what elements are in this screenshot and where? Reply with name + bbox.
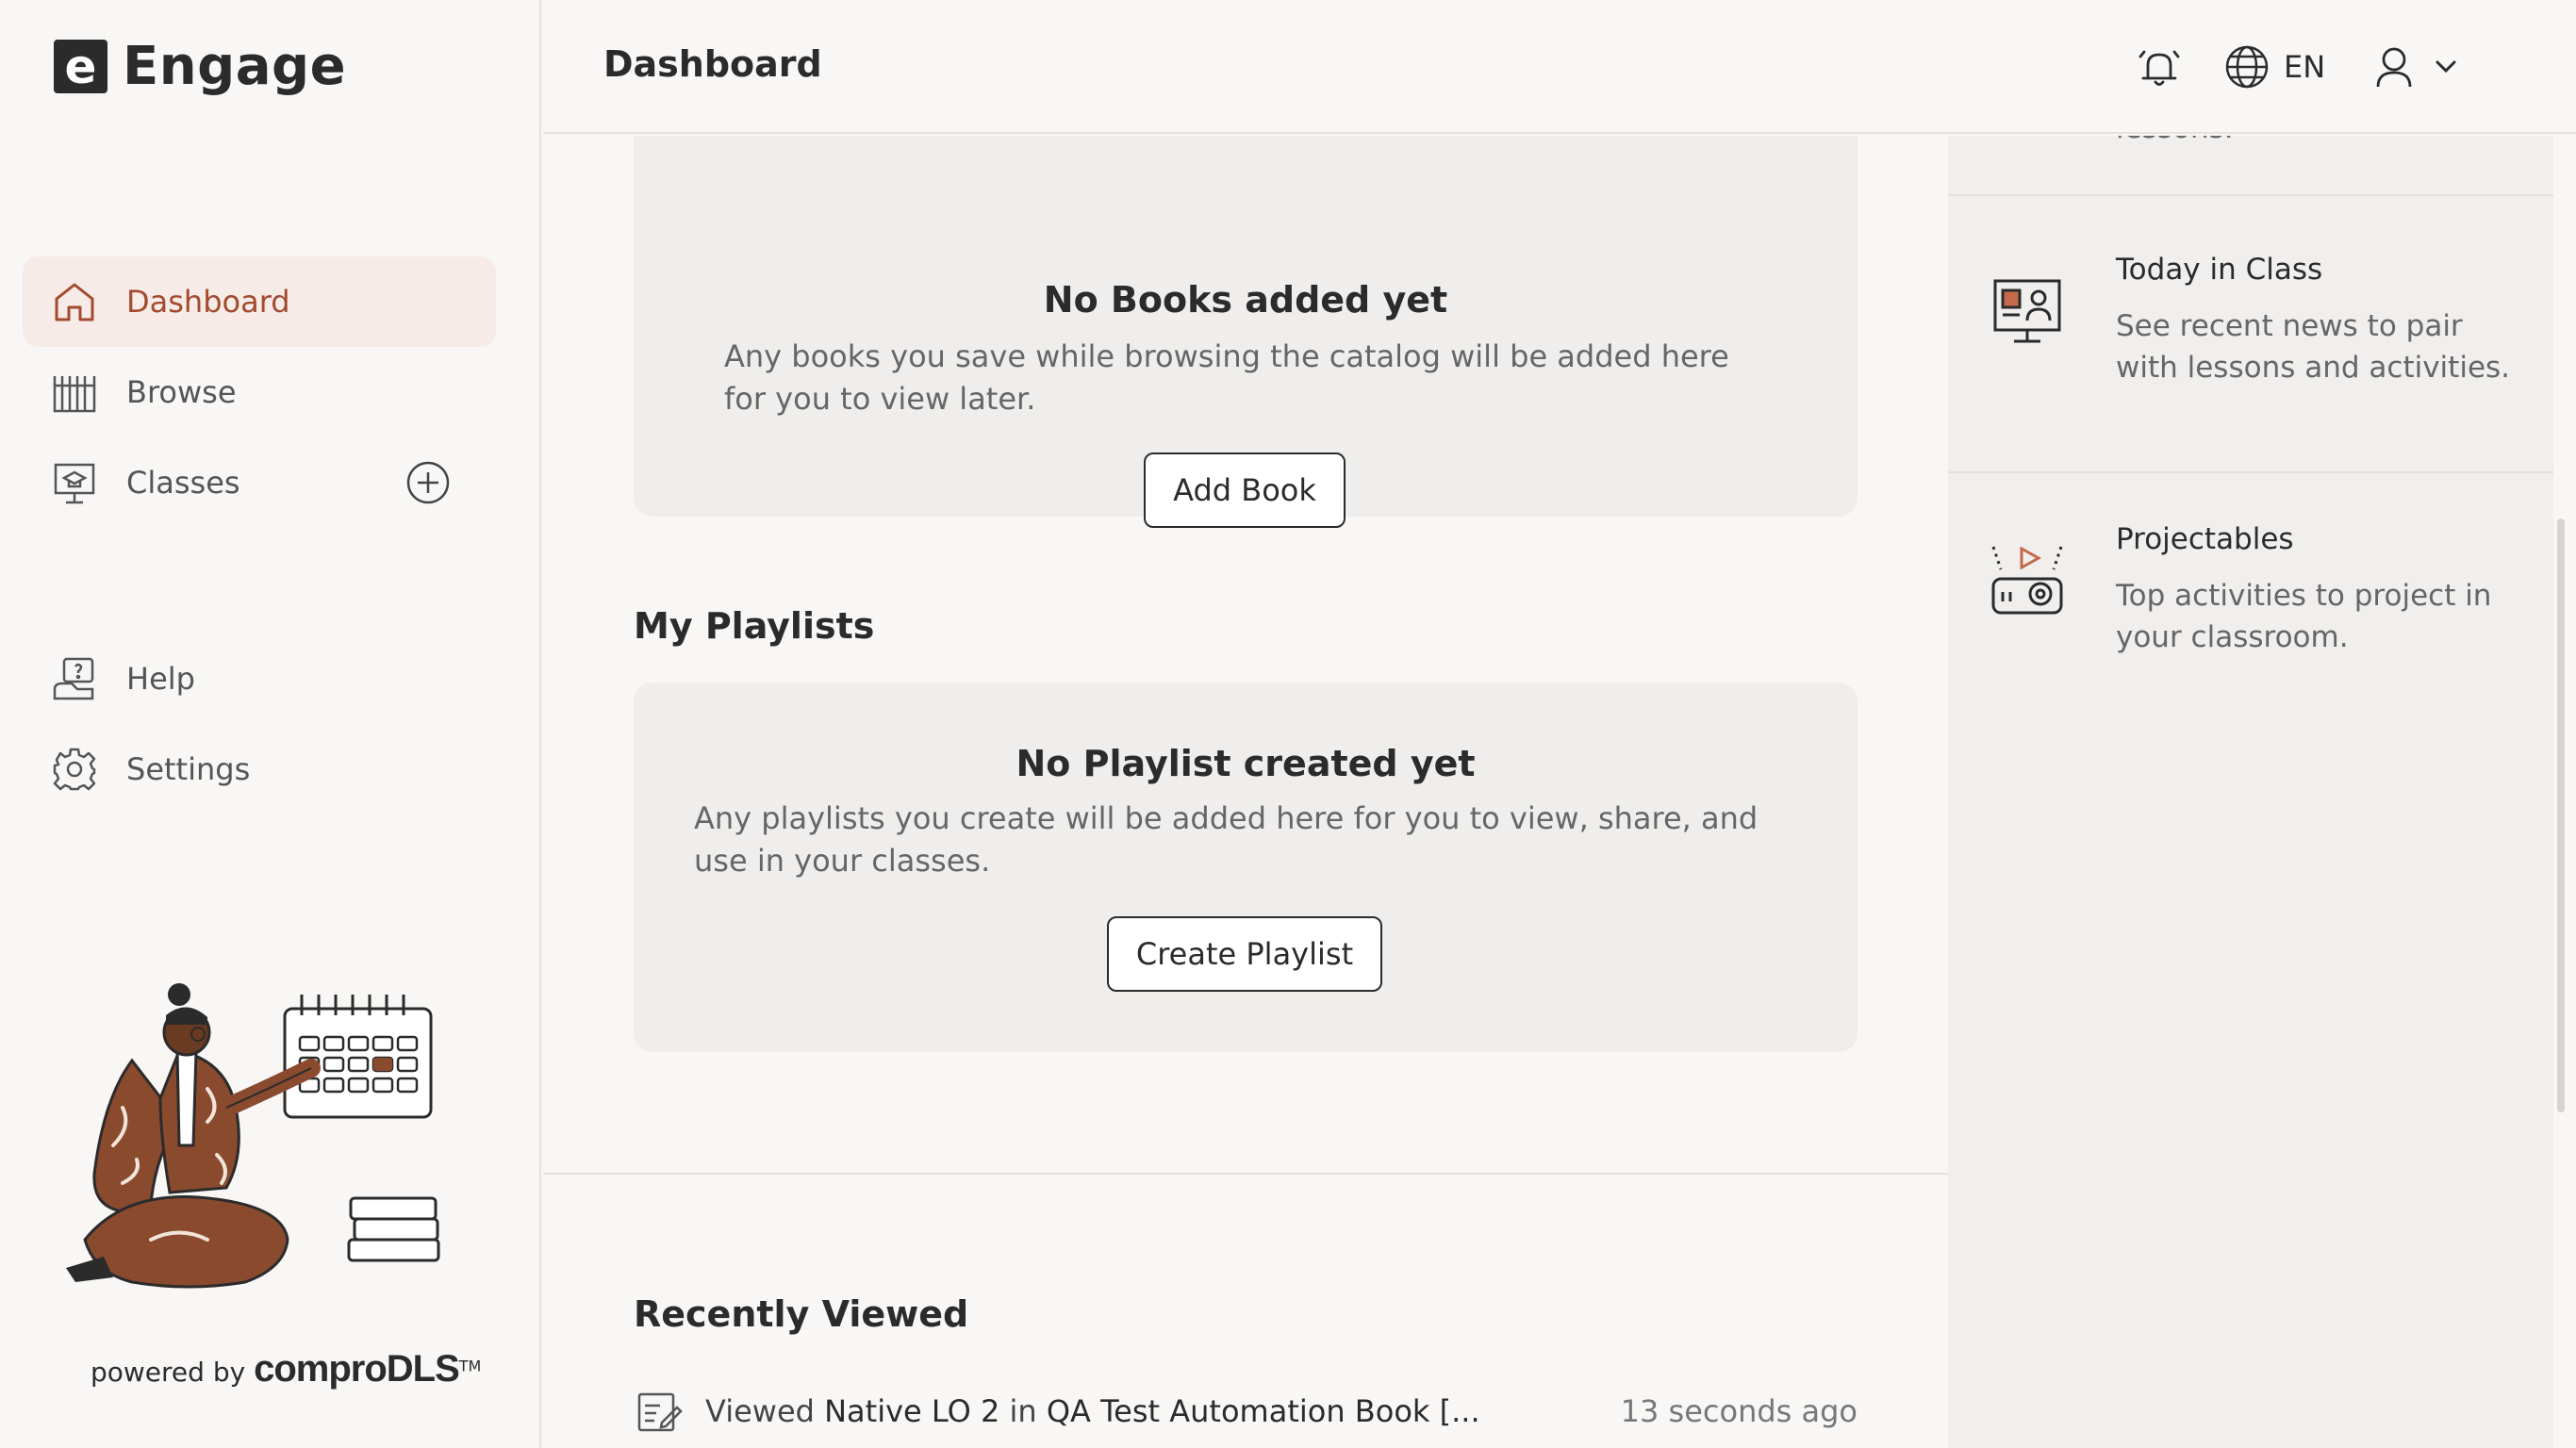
powered-by-brand: comproDLS	[254, 1348, 460, 1390]
app-name: Engage	[123, 36, 347, 97]
rv-book-name[interactable]: QA Test Automation Book [...	[1047, 1393, 1480, 1429]
sidebar-item-help[interactable]: Help	[23, 634, 496, 724]
app-logo[interactable]: e Engage	[54, 36, 346, 97]
rv-item-name[interactable]: Native LO 2	[824, 1393, 999, 1429]
rv-timestamp: 13 seconds ago	[1620, 1393, 1858, 1429]
notifications-button[interactable]	[2135, 41, 2184, 92]
sidebar-item-label: Classes	[126, 465, 240, 501]
globe-icon	[2225, 45, 2269, 89]
projectables-desc: Top activities to project in your classr…	[2116, 579, 2492, 654]
books-empty-card: No Books added yet Any books you save wh…	[634, 136, 1858, 528]
books-empty-desc: Any books you save while browsing the ca…	[724, 338, 1729, 417]
projectables-item[interactable]: Projectables Top activities to project i…	[1948, 473, 2553, 756]
today-in-class-desc: See recent news to pair with lessons and…	[2116, 309, 2511, 385]
page-title: Dashboard	[603, 43, 822, 85]
user-icon	[2376, 47, 2412, 88]
create-playlist-button[interactable]: Create Playlist	[1107, 916, 1382, 992]
section-divider	[543, 1173, 1948, 1175]
playlists-empty-card: No Playlist created yet Any playlists yo…	[634, 683, 1858, 1052]
add-class-button[interactable]	[405, 460, 451, 505]
sidebar-item-dashboard[interactable]: Dashboard	[23, 256, 496, 347]
sidebar-item-label: Browse	[126, 374, 237, 410]
classroom-icon	[51, 459, 98, 506]
sidebar-item-label: Dashboard	[126, 284, 290, 320]
dashboard-main: No Books added yet Any books you save wh…	[543, 136, 1948, 1448]
today-in-class-item[interactable]: Today in Class See recent news to pair w…	[1948, 196, 2553, 471]
document-edit-icon	[637, 1392, 683, 1432]
chevron-down-icon	[2436, 60, 2456, 74]
add-book-button[interactable]: Add Book	[1144, 452, 1346, 528]
rv-prefix: Viewed	[705, 1393, 815, 1429]
books-empty-title: No Books added yet	[1043, 279, 1448, 321]
playlists-section-title: My Playlists	[634, 605, 875, 647]
page-scrollbar[interactable]	[2557, 518, 2565, 1112]
sidebar: e Engage Dashboard Browse Classes Help S…	[0, 0, 541, 1448]
news-screen-icon	[1993, 279, 2061, 343]
powered-by-label: powered by	[91, 1357, 246, 1388]
recently-viewed-text: Viewed Native LO 2 in QA Test Automation…	[705, 1393, 1480, 1429]
top-header: Dashboard EN	[543, 0, 2576, 134]
rv-joiner: in	[1009, 1393, 1037, 1429]
powered-by: powered by comproDLSTM	[91, 1348, 481, 1390]
projector-icon	[1991, 546, 2063, 615]
today-in-class-title: Today in Class	[2116, 253, 2323, 287]
language-label: EN	[2284, 49, 2326, 85]
books-icon	[51, 369, 98, 416]
home-icon	[51, 278, 98, 325]
sidebar-item-browse[interactable]: Browse	[23, 347, 496, 437]
trademark: TM	[458, 1357, 482, 1375]
sidebar-item-label: Settings	[126, 751, 251, 787]
recently-viewed-item[interactable]: Viewed Native LO 2 in QA Test Automation…	[634, 1378, 1858, 1444]
language-selector[interactable]: EN	[2223, 41, 2325, 92]
right-panel: lessons. Today in Class See recent news …	[1948, 136, 2553, 1448]
recently-viewed-title: Recently Viewed	[634, 1293, 969, 1335]
playlists-empty-desc: Any playlists you create will be added h…	[694, 800, 1759, 879]
plus-circle-icon	[406, 461, 450, 504]
partial-item-desc: lessons.	[2116, 136, 2531, 149]
sidebar-item-label: Help	[126, 661, 195, 697]
playlists-empty-title: No Playlist created yet	[1016, 743, 1476, 784]
projectables-title: Projectables	[2116, 522, 2294, 556]
gear-icon	[51, 746, 98, 793]
teacher-calendar-illustration	[66, 983, 440, 1289]
help-icon	[51, 655, 98, 702]
user-menu[interactable]	[2370, 41, 2463, 92]
logo-mark: e	[54, 40, 107, 93]
bell-icon	[2138, 50, 2180, 86]
sidebar-item-settings[interactable]: Settings	[23, 724, 496, 814]
